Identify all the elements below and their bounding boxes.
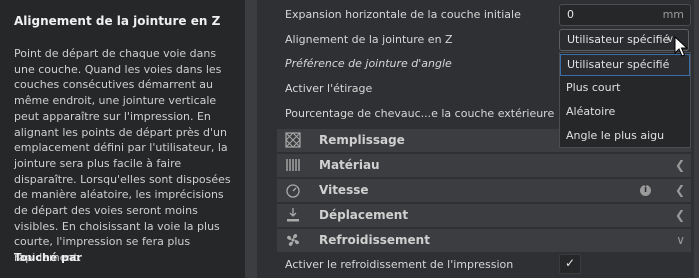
category-label: Remplissage [319, 133, 405, 147]
seam-alignment-value: Utilisateur spécifié [567, 33, 670, 46]
expansion-value: 0 [567, 8, 574, 21]
tooltip-title: Alignement de la jointure en Z [14, 14, 221, 28]
setting-cooling-label: Activer le refroidissement de l'impressi… [285, 258, 514, 271]
chevron-down-icon: ∨ [666, 34, 674, 45]
seam-alignment-combobox[interactable]: Utilisateur spécifié ∨ [559, 29, 689, 51]
dropdown-option-random[interactable]: Aléatoire [560, 101, 690, 123]
expansion-unit: mm [662, 8, 684, 21]
chevron-left-icon: ❮ [674, 183, 685, 197]
seam-alignment-dropdown: Utilisateur spécifié Plus court Aléatoir… [559, 52, 691, 148]
cooling-enable-checkbox[interactable]: ✓ [559, 254, 581, 274]
mouse-cursor-icon [674, 36, 688, 57]
setting-overlap-label: Pourcentage de chevauc...e la couche ext… [285, 107, 555, 120]
setting-corner-pref-label: Préférence de jointure d'angle [285, 57, 452, 70]
chevron-left-icon: ❮ [674, 158, 685, 172]
category-label: Vitesse [319, 183, 369, 197]
category-label: Déplacement [319, 208, 409, 222]
category-label: Refroidissement [319, 233, 430, 247]
tooltip-description: Point de départ de chaque voie dans une … [14, 47, 231, 265]
category-material[interactable]: Matériau ❮ [277, 154, 691, 177]
scrollbar[interactable] [694, 0, 699, 278]
dropdown-option-shortest[interactable]: Plus court [560, 77, 690, 99]
checkmark-icon: ✓ [565, 256, 576, 270]
travel-icon [287, 208, 299, 222]
dropdown-option-user-specified[interactable]: Utilisateur spécifié [560, 54, 690, 76]
setting-seam-label: Alignement de la jointure en Z [285, 33, 453, 46]
chevron-left-icon: ❮ [674, 208, 685, 222]
tooltip-affected-by: Touché par [14, 251, 82, 264]
tooltip-panel: Alignement de la jointure en Z Point de … [0, 0, 245, 278]
expansion-input[interactable]: 0 mm [559, 4, 691, 26]
dropdown-option-sharpest-corner[interactable]: Angle le plus aigu [560, 125, 690, 147]
category-cooling[interactable]: Refroidissement ∨ [277, 229, 691, 252]
setting-ironing-label: Activer l'étirage [285, 82, 373, 95]
category-label: Matériau [319, 158, 380, 172]
info-icon[interactable]: i [640, 185, 651, 196]
category-speed[interactable]: Vitesse i ❮ [277, 179, 691, 202]
category-travel[interactable]: Déplacement ❮ [277, 204, 691, 227]
infill-icon [285, 132, 301, 148]
panel-divider [245, 0, 257, 278]
speed-icon [286, 184, 300, 198]
material-icon [286, 159, 300, 171]
fan-icon [287, 234, 299, 246]
chevron-down-icon: ∨ [676, 233, 685, 247]
setting-expansion-label: Expansion horizontale de la couche initi… [285, 8, 521, 21]
